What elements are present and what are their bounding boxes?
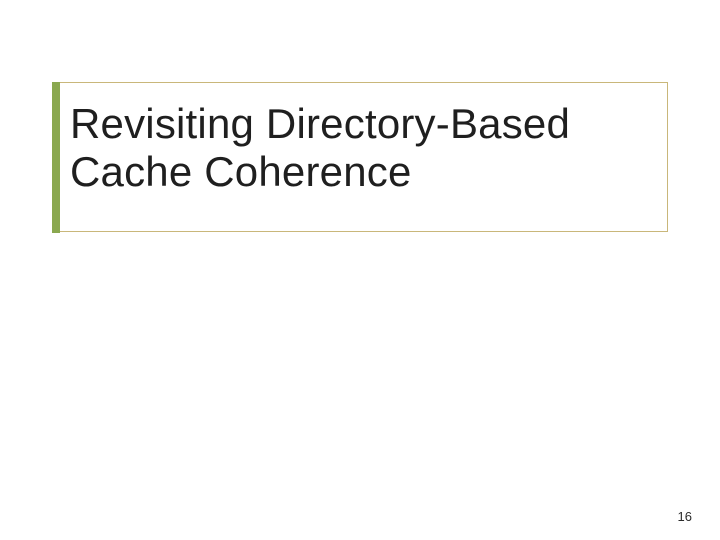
slide-title: Revisiting Directory-Based Cache Coheren… [70,100,660,197]
slide: Revisiting Directory-Based Cache Coheren… [0,0,720,540]
page-number: 16 [678,509,692,524]
